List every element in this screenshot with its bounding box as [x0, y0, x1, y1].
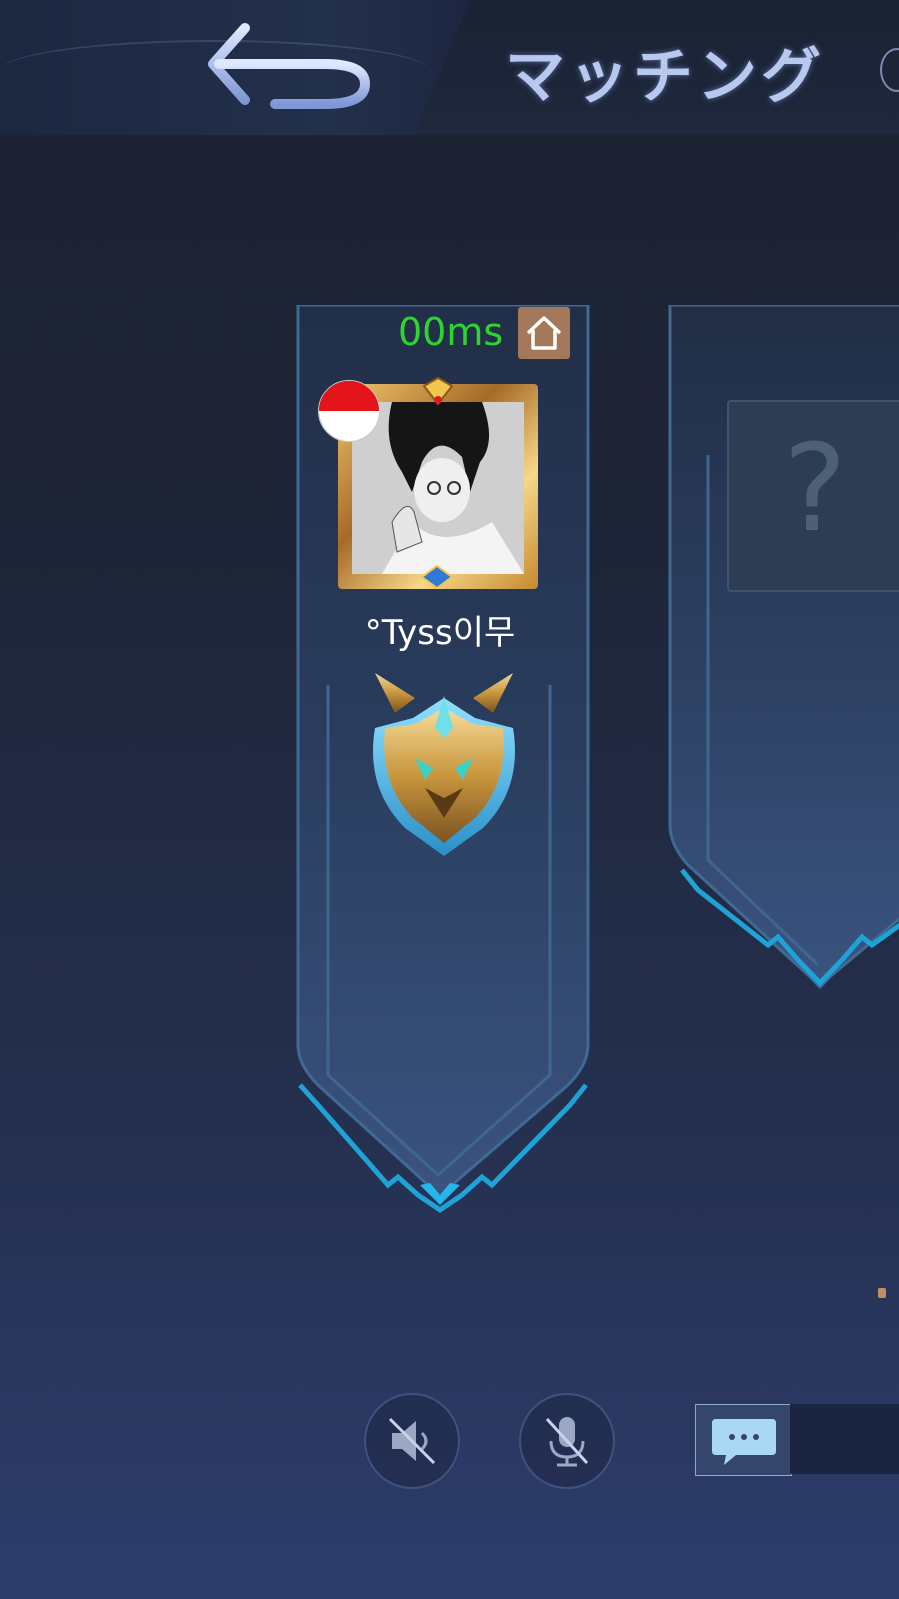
edge-indicator	[878, 1288, 886, 1298]
avatar-portrait-art	[352, 402, 524, 574]
frame-gem-icon	[420, 564, 454, 590]
speaker-mute-button[interactable]	[364, 1393, 460, 1489]
home-button[interactable]	[518, 307, 570, 359]
speaker-muted-icon	[388, 1417, 436, 1465]
ping-latency: 00ms	[398, 310, 504, 354]
chat-bubble-icon	[712, 1419, 776, 1465]
home-icon	[526, 316, 562, 350]
frame-crest-icon	[422, 376, 454, 406]
back-arrow-icon[interactable]	[205, 18, 380, 114]
page-title: マッチング	[505, 42, 825, 112]
avatar-portrait	[352, 402, 524, 574]
chat-button[interactable]	[695, 1404, 792, 1476]
mic-mute-button[interactable]	[519, 1393, 615, 1489]
player-name: °Tyss이무	[364, 613, 516, 653]
question-mark-icon: ?	[783, 420, 847, 559]
empty-player-placeholder: ?	[727, 400, 899, 592]
player-avatar[interactable]	[318, 376, 543, 594]
country-flag-icon	[318, 380, 380, 442]
mythic-rank-emblem-icon	[373, 673, 515, 856]
chat-input-bar[interactable]	[790, 1404, 899, 1474]
mic-muted-icon	[545, 1417, 589, 1467]
